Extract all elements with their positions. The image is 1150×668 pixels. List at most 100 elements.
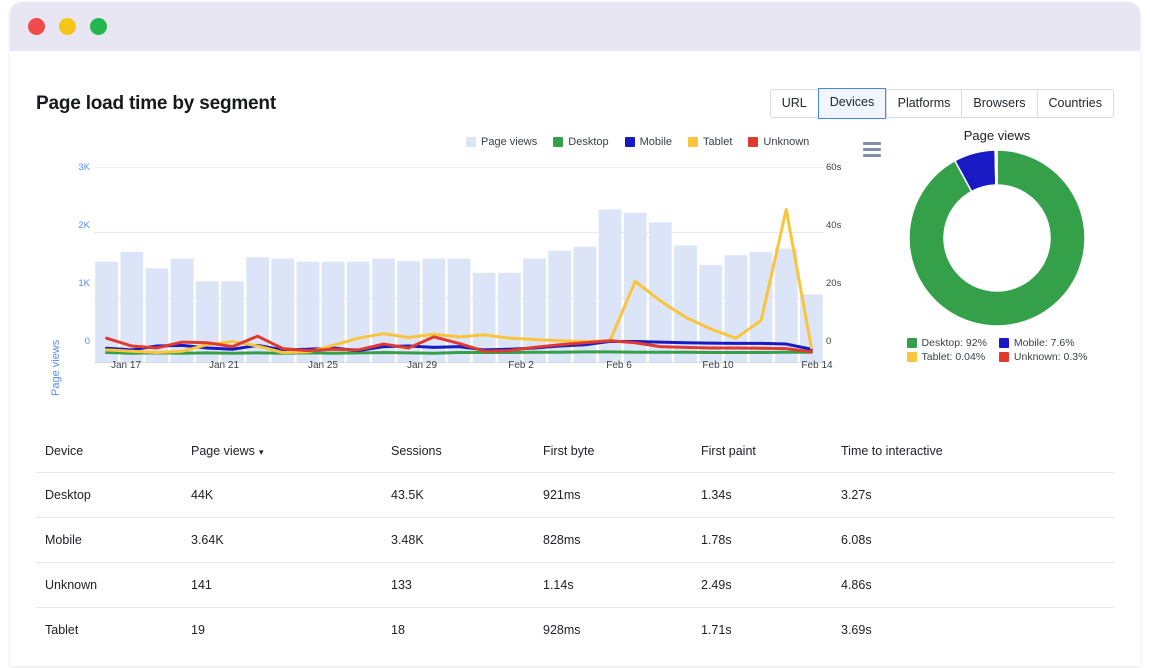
legend-item-tablet[interactable]: Tablet	[688, 136, 732, 148]
cell-time-to-interactive: 6.08s	[841, 517, 1114, 563]
cell-device: Tablet	[45, 623, 79, 637]
y-axis-title: Page views	[50, 339, 62, 396]
donut-label-desktop: Desktop: 92%	[921, 337, 987, 349]
cell-device: Unknown	[36, 562, 191, 608]
x-axis-tick: Jan 21	[208, 360, 240, 371]
cell-page-views: 44K	[191, 472, 391, 518]
cell-first-paint: 2.49s	[701, 562, 841, 608]
legend-swatch-unknown	[748, 137, 759, 147]
cell-page-views: 141	[191, 562, 391, 608]
close-window-button[interactable]	[28, 18, 45, 35]
segment-tabs: URL Devices Platforms Browsers Countries	[769, 88, 1114, 119]
column-header-time-to-interactive[interactable]: Time to interactive	[841, 434, 1114, 473]
page-header: Page load time by segment URL Devices Pl…	[36, 51, 1114, 119]
donut-legend-item-desktop[interactable]: Desktop: 92%	[906, 337, 987, 349]
x-axis-tick: Jan 29	[406, 360, 438, 371]
donut-swatch-tablet	[906, 352, 917, 362]
window-titlebar	[10, 2, 1140, 51]
x-axis-tick: Feb 2	[508, 360, 534, 371]
donut-swatch-desktop	[906, 338, 917, 348]
y-axis-tick: 3K	[78, 162, 90, 173]
cell-sessions: 18	[391, 623, 405, 637]
tab-browsers[interactable]: Browsers	[961, 89, 1037, 118]
cell-sessions: 43.5K	[391, 472, 543, 518]
cell-first-byte: 828ms	[543, 517, 701, 563]
donut-legend-item-unknown[interactable]: Unknown: 0.3%	[998, 351, 1088, 363]
y2-axis-tick: 60s	[826, 162, 842, 173]
cell-time-to-interactive: 3.69s	[841, 623, 872, 637]
y-axis-tick: 2K	[78, 220, 90, 231]
legend-label-desktop: Desktop	[568, 136, 609, 148]
donut-swatch-mobile	[998, 338, 1009, 348]
column-header-first-byte[interactable]: First byte	[543, 434, 701, 473]
cell-sessions: 3.48K	[391, 517, 543, 563]
table-row[interactable]: Tablet 19 18 928ms 1.71s 3.69s	[36, 608, 1114, 653]
cell-time-to-interactive: 4.86s	[841, 562, 1114, 608]
column-header-page-views[interactable]: Page views ▾	[191, 434, 391, 473]
cell-first-byte: 921ms	[543, 472, 701, 518]
cell-time-to-interactive: 3.27s	[841, 472, 1114, 518]
y-axis-tick: 0	[84, 336, 90, 347]
legend-swatch-page-views	[466, 137, 476, 147]
cell-device: Mobile	[36, 517, 191, 563]
tab-url[interactable]: URL	[769, 89, 818, 118]
legend-swatch-mobile	[624, 137, 635, 147]
donut-chart: Page views Desktop: 92% Mobile: 7.6% Tab…	[882, 128, 1112, 363]
donut-legend: Desktop: 92% Mobile: 7.6% Tablet: 0.04% …	[882, 337, 1112, 363]
donut-label-mobile: Mobile: 7.6%	[1013, 337, 1075, 349]
cell-first-byte: 1.14s	[543, 562, 701, 608]
maximize-window-button[interactable]	[90, 18, 107, 35]
legend-swatch-tablet	[688, 137, 699, 147]
y2-axis-tick: 40s	[826, 220, 842, 231]
cell-page-views: 19	[191, 623, 205, 637]
legend-item-mobile[interactable]: Mobile	[624, 136, 673, 148]
timeseries-chart: Page views 3K 2K 1K 0 60s 40s 20s 0 Jan …	[36, 156, 896, 426]
legend-label-mobile: Mobile	[639, 136, 673, 148]
donut-legend-item-tablet[interactable]: Tablet: 0.04%	[906, 351, 987, 363]
cell-first-byte: 928ms	[543, 623, 581, 637]
donut-plot-area	[908, 149, 1086, 327]
cell-first-paint: 1.34s	[701, 472, 841, 518]
tab-countries[interactable]: Countries	[1036, 89, 1114, 118]
x-axis-tick: Feb 6	[606, 360, 632, 371]
y2-axis-tick: 20s	[826, 278, 842, 289]
x-axis-tick: Feb 10	[702, 360, 734, 371]
x-axis-tick: Feb 14	[801, 360, 833, 371]
cell-page-views: 3.64K	[191, 517, 391, 563]
sort-descending-icon[interactable]: ▾	[259, 447, 264, 457]
chart-legend: Page views Desktop Mobile Tablet Unknown	[466, 136, 881, 157]
table-row[interactable]: Desktop 44K 43.5K 921ms 1.34s 3.27s	[36, 472, 1114, 518]
x-axis-tick: Jan 25	[307, 360, 339, 371]
page-content: Page load time by segment URL Devices Pl…	[10, 51, 1140, 652]
charts-region: Page views Desktop Mobile Tablet Unknown	[36, 128, 1114, 428]
table-row[interactable]: Unknown 141 133 1.14s 2.49s 4.86s	[36, 562, 1114, 608]
column-header-page-views-label: Page views	[191, 444, 255, 458]
table-row[interactable]: Mobile 3.64K 3.48K 828ms 1.78s 6.08s	[36, 517, 1114, 563]
column-header-device[interactable]: Device	[36, 434, 191, 473]
minimize-window-button[interactable]	[59, 18, 76, 35]
donut-swatch-unknown	[998, 352, 1009, 362]
legend-label-unknown: Unknown	[763, 136, 810, 148]
legend-item-desktop[interactable]: Desktop	[553, 136, 609, 148]
legend-label-tablet: Tablet	[703, 136, 733, 148]
donut-legend-item-mobile[interactable]: Mobile: 7.6%	[998, 337, 1088, 349]
x-axis-tick: Jan 17	[110, 360, 142, 371]
cell-first-paint: 1.71s	[701, 623, 732, 637]
cell-device: Desktop	[36, 472, 191, 518]
y-axis-tick: 1K	[78, 278, 90, 289]
cell-first-paint: 1.78s	[701, 517, 841, 563]
column-header-first-paint[interactable]: First paint	[701, 434, 841, 473]
legend-item-page-views[interactable]: Page views	[466, 136, 537, 148]
legend-label-page-views: Page views	[481, 136, 538, 148]
donut-label-tablet: Tablet: 0.04%	[921, 351, 986, 363]
metrics-table: Device Page views ▾ Sessions First byte F…	[36, 434, 1114, 652]
y2-axis-tick: 0	[826, 336, 832, 347]
donut-label-unknown: Unknown: 0.3%	[1013, 351, 1088, 363]
timeseries-plot-area	[94, 167, 824, 363]
legend-item-unknown[interactable]: Unknown	[748, 136, 809, 148]
tab-devices[interactable]: Devices	[817, 88, 887, 119]
legend-swatch-desktop	[553, 137, 564, 147]
cell-sessions: 133	[391, 562, 543, 608]
tab-platforms[interactable]: Platforms	[885, 89, 962, 118]
column-header-sessions[interactable]: Sessions	[391, 434, 543, 473]
